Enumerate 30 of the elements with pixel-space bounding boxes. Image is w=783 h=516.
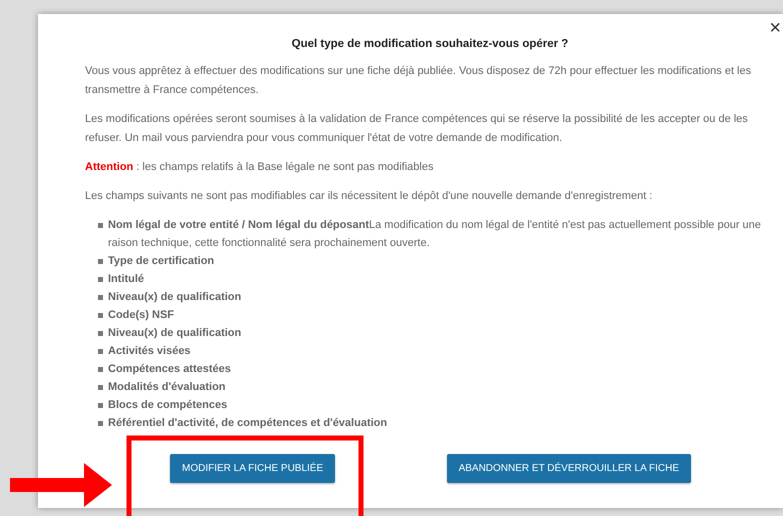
bullet-icon xyxy=(98,367,103,372)
abandon-button[interactable]: ABANDONNER ET DÉVERROUILLER LA FICHE xyxy=(446,454,691,483)
field-item: Nom légal de votre entité / Nom légal du déposantLa modification du nom légal de l'entité n'est pas actuellement possible pour une raison technique, cette fonctionnalité sera prochainement ouverte. xyxy=(108,218,762,251)
bullet-icon xyxy=(98,385,103,390)
bullet-icon xyxy=(98,421,103,426)
paragraph: Les champs suivants ne sont pas modifiables car ils nécessitent le dépôt d'une nouvelle demande d'enregistrement : xyxy=(85,189,654,204)
field-item: Blocs de compétences xyxy=(108,398,228,413)
dialog-title: Quel type de modification souhaitez-vous opérer ? xyxy=(290,38,570,50)
bullet-icon xyxy=(98,259,103,264)
field-item: Compétences attestées xyxy=(108,362,231,377)
field-item: Modalités d'évaluation xyxy=(108,380,226,395)
close-button[interactable]: × xyxy=(769,18,781,38)
field-item: Référentiel d'activité, de compétences et d'évaluation xyxy=(108,416,388,431)
field-item: Intitulé xyxy=(108,272,144,287)
attention-note: Attention : les champs relatifs à la Base légale ne sont pas modifiables xyxy=(85,160,434,175)
bullet-icon xyxy=(98,223,103,228)
paragraph: Les modifications opérées seront soumises à la validation de France compétences qui se réserve la possibilité de les accepter ou de les refuser. Un mail vous parviendra pour vous communiquer l'état de votre demande de modification. xyxy=(85,112,749,146)
field-item: Niveau(x) de qualification xyxy=(108,326,242,341)
paragraph: Vous vous apprêtez à effectuer des modifications sur une fiche déjà publiée. Vous disposez de 72h pour effectuer les modifications et les transmettre à France compétences. xyxy=(85,64,752,98)
field-item: Type de certification xyxy=(108,254,214,269)
bullet-icon xyxy=(98,277,103,282)
bullet-icon xyxy=(98,295,103,300)
modify-button[interactable]: MODIFIER LA FICHE PUBLIÉE xyxy=(170,454,336,483)
field-item: Code(s) NSF xyxy=(108,308,174,323)
bullet-icon xyxy=(98,331,103,336)
field-item: Niveau(x) de qualification xyxy=(108,290,242,305)
field-item: Activités visées xyxy=(108,344,191,359)
bullet-icon xyxy=(98,349,103,354)
bullet-icon xyxy=(98,403,103,408)
bullet-icon xyxy=(98,313,103,318)
